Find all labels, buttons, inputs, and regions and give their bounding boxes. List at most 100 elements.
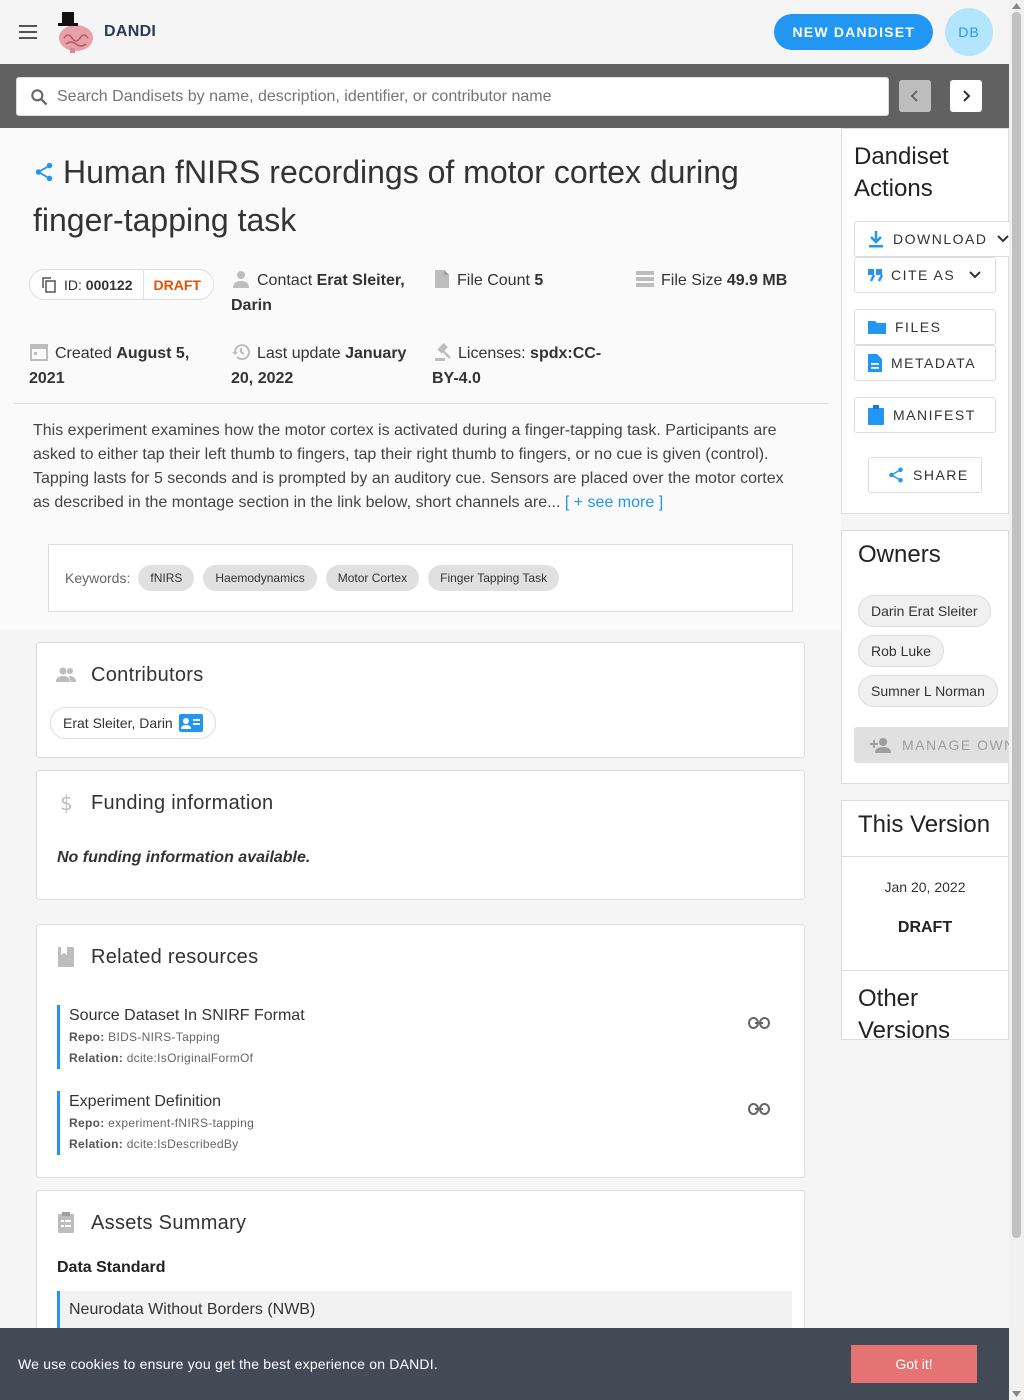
created-date: Created August 5, 2021 <box>29 341 209 391</box>
chevron-down-icon <box>997 235 1010 243</box>
user-avatar[interactable]: DB <box>945 8 993 56</box>
share-icon <box>887 466 905 484</box>
chevron-down-icon <box>969 271 981 279</box>
download-button[interactable]: DOWNLOAD <box>854 221 1010 257</box>
keyword-chip: Motor Cortex <box>325 565 420 591</box>
related-resources-card: Related resources Source Dataset In SNIR… <box>36 924 805 1178</box>
resource-name: Source Dataset In SNIRF Format <box>69 1007 305 1024</box>
share-button[interactable]: SHARE <box>868 457 982 493</box>
contributors-title: Contributors <box>91 663 204 686</box>
brand-name[interactable]: DANDI <box>104 23 156 41</box>
book-icon <box>55 946 77 968</box>
this-version-title: This Version <box>842 801 1008 857</box>
assets-summary-title: Assets Summary <box>91 1211 247 1234</box>
cookie-banner: We use cookies to ensure you get the bes… <box>0 1328 1009 1400</box>
dollar-icon: $ <box>55 792 77 814</box>
id-label: ID: <box>64 276 82 293</box>
other-versions-title: Other Versions <box>858 985 951 1044</box>
next-dandiset-button[interactable] <box>950 80 982 112</box>
page-scrollbar[interactable] <box>1009 0 1024 1400</box>
scrollbar-thumb[interactable] <box>1012 12 1021 1238</box>
data-standard-label: Data Standard <box>57 1259 166 1276</box>
history-icon <box>231 342 251 362</box>
search-input[interactable] <box>57 87 857 106</box>
keywords-panel: Keywords: fNIRS Haemodynamics Motor Cort… <box>48 544 793 612</box>
owners-card: Owners Darin Erat Sleiter Rob Luke Sumne… <box>841 530 1010 784</box>
calendar-icon <box>29 342 49 362</box>
data-standard-item: Neurodata Without Borders (NWB) <box>57 1291 792 1329</box>
keyword-chip: Haemodynamics <box>203 565 317 591</box>
cite-as-button[interactable]: CITE AS <box>854 257 996 293</box>
people-icon <box>55 664 77 686</box>
storage-icon <box>635 269 655 289</box>
link-icon[interactable] <box>748 1017 770 1029</box>
dandiset-title-text: Human fNIRS recordings of motor cortex d… <box>33 154 739 238</box>
app-bar: DANDI NEW DANDISET DB <box>0 0 1009 64</box>
dandi-logo[interactable] <box>52 10 96 54</box>
manifest-button[interactable]: MANIFEST <box>854 397 996 433</box>
gavel-icon <box>432 342 452 362</box>
related-resources-title: Related resources <box>91 945 259 968</box>
divider <box>13 403 828 404</box>
files-button[interactable]: FILES <box>854 309 996 345</box>
contact-card-icon[interactable] <box>178 714 203 732</box>
contact-info: Contact Erat Sleiter, Darin <box>231 268 421 318</box>
svg-text:$: $ <box>60 792 73 814</box>
version-date[interactable]: Jan 20, 2022 <box>842 879 1008 895</box>
share-icon[interactable] <box>33 161 55 183</box>
owner-chip: Darin Erat Sleiter <box>858 595 991 627</box>
owners-title: Owners <box>858 541 941 568</box>
document-icon <box>867 353 883 373</box>
resource-name: Experiment Definition <box>69 1093 222 1110</box>
contributors-card: Contributors Erat Sleiter, Darin <box>36 642 805 758</box>
chevron-right-icon <box>963 90 971 102</box>
person-add-icon <box>870 737 892 753</box>
version-card: This Version Jan 20, 2022 DRAFT Other Ve… <box>841 800 1009 1044</box>
search-field[interactable] <box>16 77 889 116</box>
search-bar <box>0 64 1009 128</box>
new-dandiset-button[interactable]: NEW DANDISET <box>774 14 933 50</box>
no-funding-text: No funding information available. <box>57 849 311 866</box>
keywords-label: Keywords: <box>65 570 131 586</box>
download-icon <box>867 230 885 248</box>
keyword-chip: fNIRS <box>138 565 195 591</box>
dandiset-id: 000122 <box>85 276 133 293</box>
owner-chip: Sumner L Norman <box>858 675 998 707</box>
quote-icon <box>867 268 883 282</box>
contributor-chip[interactable]: Erat Sleiter, Darin <box>50 707 216 739</box>
see-more-link[interactable]: [ + see more ] <box>565 494 663 511</box>
manage-owners-button[interactable]: MANAGE OWNERS <box>854 727 1010 763</box>
keyword-chip: Finger Tapping Task <box>428 565 560 591</box>
dandiset-actions-title: Dandiset Actions <box>854 143 949 202</box>
link-icon[interactable] <box>748 1103 770 1115</box>
clipboard-icon <box>867 405 885 425</box>
license-info: Licenses: spdx:CC-BY-4.0 <box>432 341 607 391</box>
cookie-accept-button[interactable]: Got it! <box>851 1345 977 1383</box>
person-icon <box>231 269 251 289</box>
version-status[interactable]: DRAFT <box>842 919 1008 971</box>
last-update-date: Last update January 20, 2022 <box>231 341 411 391</box>
owner-chip: Rob Luke <box>858 635 944 667</box>
clipboard-list-icon <box>55 1212 77 1234</box>
related-resource-item: Experiment Definition Repo: experiment-f… <box>57 1091 782 1155</box>
dandiset-title: Human fNIRS recordings of motor cortex d… <box>33 148 793 244</box>
dandiset-header: Human fNIRS recordings of motor cortex d… <box>0 128 841 630</box>
related-resource-item: Source Dataset In SNIRF Format Repo: BID… <box>57 1005 782 1069</box>
search-icon <box>29 87 49 107</box>
cookie-text: We use cookies to ensure you get the bes… <box>18 1356 438 1372</box>
file-size: File Size 49.9 MB <box>635 268 825 293</box>
copy-icon[interactable] <box>42 276 56 293</box>
chevron-left-icon <box>910 90 918 102</box>
dandiset-id-chip[interactable]: ID: 000122 DRAFT <box>29 269 214 300</box>
prev-dandiset-button[interactable] <box>899 80 931 112</box>
metadata-button[interactable]: METADATA <box>854 345 996 381</box>
dandiset-actions-card: Dandiset Actions DOWNLOAD CITE AS FILES … <box>841 128 1010 514</box>
status-badge: DRAFT <box>153 276 201 293</box>
folder-icon <box>867 319 887 335</box>
file-icon <box>433 269 451 289</box>
funding-card: $ Funding information No funding informa… <box>36 770 805 900</box>
main-content: Human fNIRS recordings of motor cortex d… <box>0 128 841 1400</box>
file-count: File Count 5 <box>433 268 623 293</box>
funding-title: Funding information <box>91 791 274 814</box>
menu-icon[interactable] <box>16 20 40 44</box>
